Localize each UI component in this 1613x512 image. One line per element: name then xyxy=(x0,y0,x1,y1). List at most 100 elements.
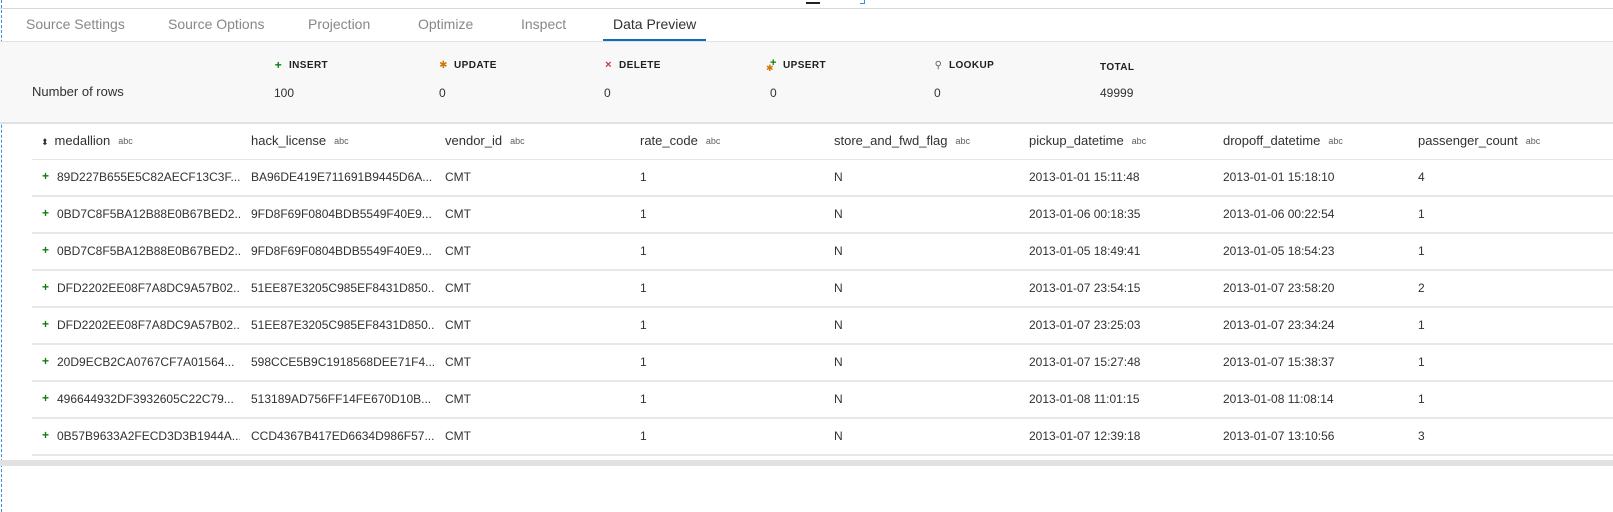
tab-source-options[interactable]: Source Options xyxy=(168,9,265,40)
column-header-rate-code[interactable]: rate_code abc xyxy=(640,123,720,159)
tab-source-settings[interactable]: Source Settings xyxy=(26,9,125,40)
table-row[interactable]: + DFD2202EE08F7A8DC9A57B02... 51EE87E3205C… xyxy=(32,271,1613,308)
column-header-passenger-count[interactable]: passenger_count abc xyxy=(1418,123,1540,159)
cell-pickup-datetime: 2013-01-07 23:54:15 xyxy=(1029,281,1141,295)
cell-hack-license: CCD4367B417ED6634D986F57... xyxy=(251,429,434,443)
number-of-rows-label: Number of rows xyxy=(32,84,124,99)
insert-icon: + xyxy=(42,317,50,331)
column-header-dropoff-datetime[interactable]: dropoff_datetime abc xyxy=(1223,123,1343,159)
summary-insert-label: INSERT xyxy=(289,60,329,71)
string-type-badge: abc xyxy=(1525,136,1541,146)
cell-dropoff-datetime: 2013-01-01 15:18:10 xyxy=(1223,170,1335,184)
cell-passenger-count: 4 xyxy=(1418,170,1425,184)
table-row[interactable]: + DFD2202EE08F7A8DC9A57B02... 51EE87E3205C… xyxy=(32,308,1613,345)
cell-rate-code: 1 xyxy=(640,281,647,295)
insert-icon: + xyxy=(42,169,50,183)
string-type-badge: abc xyxy=(118,136,133,146)
string-type-badge: abc xyxy=(1131,136,1147,146)
cell-dropoff-datetime: 2013-01-08 11:08:14 xyxy=(1223,392,1334,406)
insert-icon: + xyxy=(42,280,50,294)
cell-pickup-datetime: 2013-01-08 11:01:15 xyxy=(1029,392,1140,406)
summary-insert-value: 100 xyxy=(274,86,295,100)
cell-store-and-fwd-flag: N xyxy=(834,318,843,332)
cell-vendor-id: CMT xyxy=(445,281,471,295)
cell-pickup-datetime: 2013-01-06 00:18:35 xyxy=(1029,207,1141,221)
column-header-medallion[interactable]: ⬍ medallion abc xyxy=(41,123,133,159)
cell-dropoff-datetime: 2013-01-07 23:58:20 xyxy=(1223,281,1335,295)
upsert-icon: ✱ + xyxy=(766,56,777,73)
cell-medallion: 89D227B655E5C82AECF13C3F... xyxy=(57,170,240,184)
top-corner-marker xyxy=(860,0,865,4)
cell-pickup-datetime: 2013-01-01 15:11:48 xyxy=(1029,170,1140,184)
update-icon: ✱ xyxy=(439,60,448,71)
cell-dropoff-datetime: 2013-01-07 23:34:24 xyxy=(1223,318,1335,332)
cell-medallion: 0BD7C8F5BA12B88E0B67BED2... xyxy=(57,207,240,221)
cell-rate-code: 1 xyxy=(640,429,647,443)
table-header-row: ⬍ medallion abc hack_license abc vendor_id a… xyxy=(32,123,1613,160)
cell-rate-code: 1 xyxy=(640,207,647,221)
string-type-badge: abc xyxy=(334,136,349,146)
string-type-badge: abc xyxy=(705,136,721,146)
column-header-pickup-datetime[interactable]: pickup_datetime abc xyxy=(1029,123,1146,159)
cell-vendor-id: CMT xyxy=(445,429,471,443)
cell-store-and-fwd-flag: N xyxy=(834,207,843,221)
top-handle xyxy=(806,2,820,4)
tab-bar: Source Settings Source Options Projectio… xyxy=(0,9,1613,42)
cell-passenger-count: 3 xyxy=(1418,429,1425,443)
sort-icon[interactable]: ⬍ xyxy=(41,137,49,147)
cell-passenger-count: 1 xyxy=(1418,244,1425,258)
tab-projection[interactable]: Projection xyxy=(308,9,370,40)
insert-icon: + xyxy=(42,243,50,257)
lookup-icon: ⚲ xyxy=(934,60,943,71)
cell-hack-license: 598CCE5B9C1918568DEE71F4... xyxy=(251,355,434,369)
tab-data-preview[interactable]: Data Preview xyxy=(602,9,707,41)
cell-medallion: 496644932DF3932605C22C79... xyxy=(57,392,234,406)
cell-vendor-id: CMT xyxy=(445,392,471,406)
cell-medallion: DFD2202EE08F7A8DC9A57B02... xyxy=(57,281,240,295)
tab-optimize[interactable]: Optimize xyxy=(418,9,473,40)
insert-icon: + xyxy=(42,354,50,368)
cell-rate-code: 1 xyxy=(640,355,647,369)
cell-medallion: 0B57B9633A2FECD3D3B1944A... xyxy=(57,429,240,443)
summary-lookup-value: 0 xyxy=(934,86,941,100)
summary-lookup-label: LOOKUP xyxy=(949,60,995,71)
summary-total-label: TOTAL xyxy=(1100,62,1135,73)
cell-medallion: 20D9ECB2CA0767CF7A01564... xyxy=(57,355,235,369)
column-header-vendor-id[interactable]: vendor_id abc xyxy=(445,123,525,159)
table-row[interactable]: +496644932DF3932605C22C79... 513189AD756F… xyxy=(32,382,1613,419)
data-preview-table: ⬍ medallion abc hack_license abc vendor_id a… xyxy=(32,123,1613,456)
table-row[interactable]: +20D9ECB2CA0767CF7A01564... 598CCE5B9C191… xyxy=(32,345,1613,382)
column-header-store-and-fwd-flag[interactable]: store_and_fwd_flag abc xyxy=(834,123,970,159)
horizontal-scrollbar[interactable] xyxy=(0,460,1613,466)
cell-vendor-id: CMT xyxy=(445,318,471,332)
cell-rate-code: 1 xyxy=(640,318,647,332)
table-body: +89D227B655E5C82AECF13C3F... BA96DE419E71… xyxy=(32,160,1613,456)
cell-dropoff-datetime: 2013-01-05 18:54:23 xyxy=(1223,244,1335,258)
cell-store-and-fwd-flag: N xyxy=(834,392,843,406)
tab-inspect[interactable]: Inspect xyxy=(521,9,566,40)
cell-vendor-id: CMT xyxy=(445,355,471,369)
summary-delete-value: 0 xyxy=(604,86,611,100)
cell-vendor-id: CMT xyxy=(445,244,471,258)
string-type-badge: abc xyxy=(955,136,970,146)
cell-hack-license: 9FD8F69F0804BDB5549F40E9... xyxy=(251,244,432,258)
cell-passenger-count: 1 xyxy=(1418,392,1425,406)
summary-upsert-label: UPSERT xyxy=(783,60,826,71)
cell-pickup-datetime: 2013-01-07 23:25:03 xyxy=(1029,318,1141,332)
cell-store-and-fwd-flag: N xyxy=(834,281,843,295)
cell-pickup-datetime: 2013-01-05 18:49:41 xyxy=(1029,244,1141,258)
string-type-badge: abc xyxy=(510,136,525,146)
table-row[interactable]: +0BD7C8F5BA12B88E0B67BED2... 9FD8F69F0804… xyxy=(32,234,1613,271)
table-row[interactable]: +0BD7C8F5BA12B88E0B67BED2... 9FD8F69F0804… xyxy=(32,197,1613,234)
table-row[interactable]: +89D227B655E5C82AECF13C3F... BA96DE419E71… xyxy=(32,160,1613,197)
cell-rate-code: 1 xyxy=(640,170,647,184)
cell-passenger-count: 1 xyxy=(1418,355,1425,369)
table-row[interactable]: +0B57B9633A2FECD3D3B1944A... CCD4367B417E… xyxy=(32,419,1613,456)
delete-icon: × xyxy=(605,59,612,71)
cell-hack-license: 51EE87E3205C985EF8431D850... xyxy=(251,281,434,295)
cell-hack-license: 51EE87E3205C985EF8431D850... xyxy=(251,318,434,332)
column-header-hack-license[interactable]: hack_license abc xyxy=(251,123,349,159)
cell-dropoff-datetime: 2013-01-07 13:10:56 xyxy=(1223,429,1335,443)
cell-pickup-datetime: 2013-01-07 15:27:48 xyxy=(1029,355,1141,369)
cell-store-and-fwd-flag: N xyxy=(834,170,843,184)
